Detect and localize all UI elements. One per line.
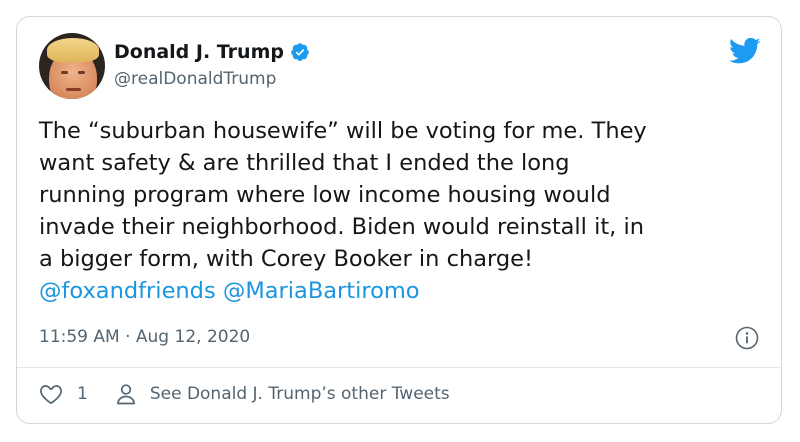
mention-link-mariabartiromo[interactable]: @MariaBartiromo	[223, 278, 420, 304]
avatar[interactable]	[39, 33, 105, 99]
info-icon[interactable]	[735, 326, 759, 350]
mention-link-foxandfriends[interactable]: @foxandfriends	[39, 278, 216, 304]
tweet-text-line: running program where low income housing…	[39, 182, 611, 208]
tweet-card[interactable]: Donald J. Trump @realDonaldTrump The “su…	[16, 16, 782, 424]
see-other-tweets-link[interactable]: See Donald J. Trump’s other Tweets	[150, 384, 450, 404]
mentions-line: @foxandfriends @MariaBartiromo	[39, 275, 769, 307]
tweet-text-line: want safety & are thrilled that I ended …	[39, 150, 570, 176]
verified-badge-icon	[291, 43, 309, 61]
person-icon[interactable]	[116, 383, 136, 405]
tweet-text: The “suburban housewife” will be voting …	[39, 115, 769, 307]
author-name-row[interactable]: Donald J. Trump	[114, 41, 310, 63]
avatar-mouth	[66, 88, 81, 91]
heart-icon[interactable]	[39, 383, 63, 405]
tweet-text-line: The “suburban housewife” will be voting …	[39, 118, 647, 144]
like-count[interactable]: 1	[77, 384, 88, 404]
divider	[17, 367, 781, 368]
twitter-bird-icon[interactable]	[729, 37, 761, 65]
tweet-timestamp[interactable]: 11:59 AM · Aug 12, 2020	[39, 327, 250, 347]
avatar-hair	[47, 38, 99, 62]
author-name[interactable]: Donald J. Trump	[114, 41, 284, 63]
avatar-eye	[61, 71, 68, 74]
avatar-eye	[78, 71, 85, 74]
tweet-actions: 1 See Donald J. Trump’s other Tweets	[39, 383, 450, 405]
author-handle[interactable]: @realDonaldTrump	[114, 69, 276, 89]
tweet-text-line: a bigger form, with Corey Booker in char…	[39, 246, 534, 272]
tweet-text-line: invade their neighborhood. Biden would r…	[39, 214, 644, 240]
